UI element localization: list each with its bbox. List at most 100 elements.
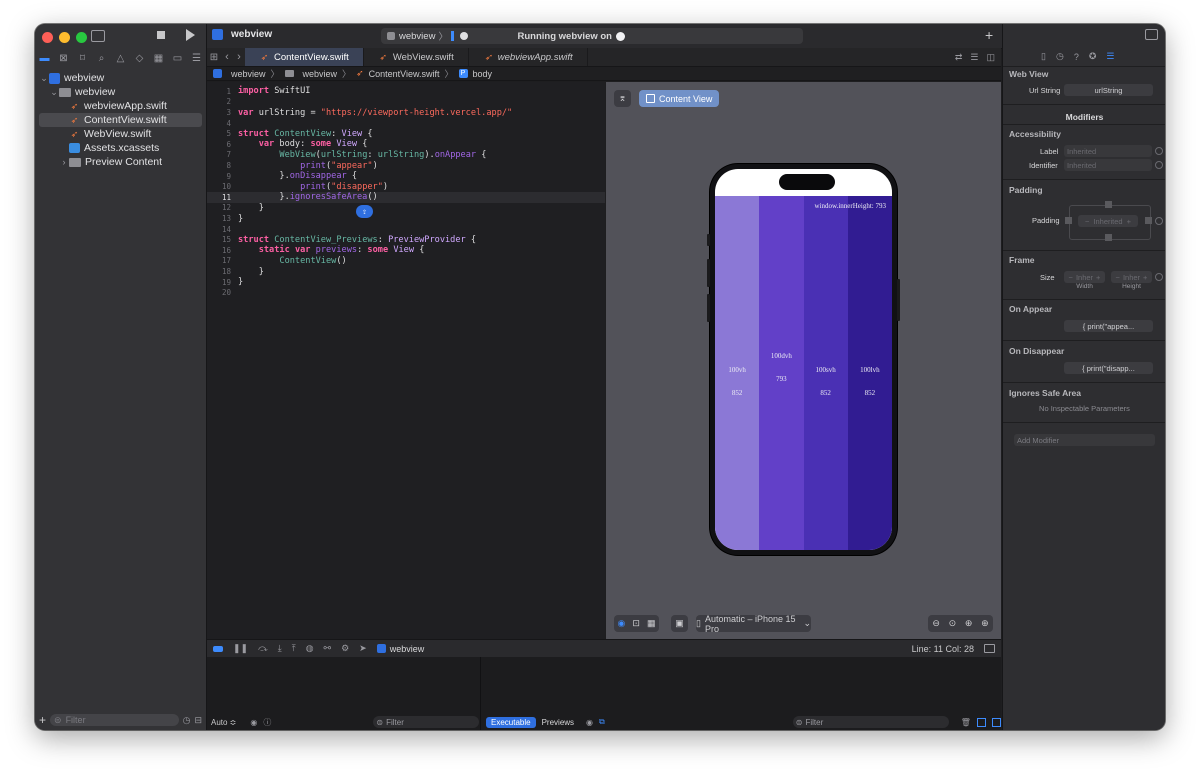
tab-previews[interactable]: Previews	[542, 718, 574, 727]
code-line[interactable]: 5 struct ContentView: View {	[207, 128, 605, 139]
trash-icon[interactable]: 🗑	[961, 718, 971, 727]
tab-contentview[interactable]: ➶ ContentView.swift	[245, 48, 364, 66]
increment-icon[interactable]: +	[1143, 273, 1147, 282]
close-window-button[interactable]	[42, 32, 53, 43]
code-line[interactable]: 15 struct ContentView_Previews: PreviewPr…	[207, 234, 605, 245]
report-icon[interactable]: ☰	[190, 53, 204, 64]
bookmark-icon[interactable]: ⌑	[76, 53, 90, 64]
project-navigator-icon[interactable]: ▬	[38, 53, 52, 64]
environment-icon[interactable]: ⚙	[341, 643, 349, 654]
debug-icon[interactable]: ▦	[152, 53, 166, 64]
variants-icon[interactable]: ▦	[647, 618, 656, 629]
sidebar-item-contentview-swift[interactable]: ➶ ContentView.swift	[39, 113, 202, 127]
inspector-toggle-icon[interactable]	[1145, 29, 1158, 40]
step-over-icon[interactable]: ⤼	[258, 643, 268, 654]
source-control-icon[interactable]: ⊠	[57, 53, 71, 64]
sidebar-item-webviewapp-swift[interactable]: ➶ webviewApp.swift	[39, 99, 202, 113]
zoom-in-icon[interactable]: ⊕	[981, 618, 989, 629]
decrement-icon[interactable]: −	[1116, 273, 1120, 282]
frame-width-stepper[interactable]: − Inher +	[1064, 271, 1105, 283]
code-line[interactable]: 10 print("disapper")	[207, 181, 605, 192]
accessibility-label-field[interactable]: Inherited	[1064, 145, 1152, 157]
accessibility-inspector-icon[interactable]: ✪	[1089, 51, 1097, 62]
padding-top-toggle[interactable]	[1105, 201, 1112, 208]
add-tab-icon[interactable]: +	[985, 27, 993, 43]
content-view-button[interactable]: Content View	[639, 90, 720, 107]
run-icon[interactable]	[186, 29, 195, 41]
scm-filter-icon[interactable]: ⊟	[194, 715, 202, 726]
console-filter-input[interactable]: ⊜ Filter	[792, 716, 949, 728]
code-line[interactable]: 9 }.onDisappear {	[207, 171, 605, 182]
code-line[interactable]: 12 }	[207, 203, 605, 214]
split-editor-icon[interactable]: ◫	[986, 52, 995, 63]
source-editor[interactable]: ⇪ 1 import SwiftUI 2 3 var urlString = "http…	[207, 82, 605, 639]
code-line[interactable]: 20	[207, 287, 605, 298]
padding-toggle[interactable]	[1155, 217, 1163, 225]
step-out-icon[interactable]: ⤒	[292, 643, 296, 654]
padding-bottom-toggle[interactable]	[1105, 234, 1112, 241]
code-line[interactable]: 11 }.ignoresSafeArea()	[207, 192, 605, 203]
frame-toggle[interactable]	[1155, 273, 1163, 281]
minimize-window-button[interactable]	[59, 32, 70, 43]
code-line[interactable]: 2	[207, 97, 605, 108]
selectable-mode-icon[interactable]: ⊡	[632, 618, 640, 629]
toggle-panel-icon[interactable]	[984, 644, 995, 653]
console-output-icon[interactable]: ⧉	[599, 717, 605, 727]
breadcrumb-folder[interactable]: webview	[303, 69, 338, 79]
history-inspector-icon[interactable]: ◷	[1056, 51, 1064, 62]
zoom-actual-icon[interactable]: ⊕	[965, 618, 973, 629]
tab-webviewapp[interactable]: ➶ webviewApp.swift	[469, 48, 588, 66]
label-toggle[interactable]	[1155, 147, 1163, 155]
pause-icon[interactable]: ❚❚	[233, 643, 248, 654]
step-into-icon[interactable]: ⤓	[278, 643, 282, 654]
sidebar-item-preview-content[interactable]: › Preview Content	[39, 155, 202, 169]
tab-webview[interactable]: ➶ WebView.swift	[364, 48, 469, 66]
eye-icon[interactable]: ◉	[586, 718, 593, 727]
editor-options-icon[interactable]: ☰	[970, 52, 978, 63]
right-pane-icon[interactable]	[991, 717, 1001, 727]
tab-executable[interactable]: Executable	[486, 716, 536, 728]
grid-icon[interactable]: ⊞	[207, 52, 221, 63]
related-items-icon[interactable]: ⇄	[955, 52, 963, 63]
help-inspector-icon[interactable]: ?	[1074, 52, 1079, 62]
code-line[interactable]: 6 var body: some View {	[207, 139, 605, 150]
increment-icon[interactable]: +	[1127, 217, 1131, 226]
location-icon[interactable]: ➤	[359, 643, 367, 654]
navigator-filter-input[interactable]: ⊜ Filter	[50, 714, 179, 726]
padding-left-toggle[interactable]	[1065, 217, 1072, 224]
chevron-down-icon[interactable]: ⌄	[49, 87, 59, 98]
identifier-toggle[interactable]	[1155, 161, 1163, 169]
forward-icon[interactable]: ›	[233, 51, 245, 63]
increment-icon[interactable]: +	[1096, 273, 1100, 282]
breadcrumb-project[interactable]: webview	[231, 69, 266, 79]
zoom-fit-icon[interactable]: ⊙	[949, 618, 957, 629]
issue-icon[interactable]: △	[114, 53, 128, 64]
test-icon[interactable]: ◇	[133, 53, 147, 64]
scheme-name[interactable]: webview	[399, 31, 435, 42]
stop-icon[interactable]	[157, 31, 165, 39]
code-line[interactable]: 7 WebView(urlString: urlString).onAppear…	[207, 150, 605, 161]
device-icon[interactable]	[450, 31, 454, 41]
left-pane-icon[interactable]	[976, 717, 986, 727]
device-picker[interactable]: ▯ Automatic – iPhone 15 Pro ⌄	[696, 614, 811, 634]
chevron-down-icon[interactable]: ⌄	[39, 73, 49, 84]
frame-height-stepper[interactable]: − Inher +	[1111, 271, 1152, 283]
url-string-field[interactable]: urlString	[1064, 84, 1153, 96]
run-destination-icon[interactable]	[459, 32, 468, 40]
sidebar-item-webview[interactable]: ⌄ webview	[39, 85, 202, 99]
code-line[interactable]: 17 ContentView()	[207, 256, 605, 267]
on-disappear-field[interactable]: { print("disapp...	[1064, 362, 1153, 374]
pin-preview-button[interactable]: ⌆	[614, 90, 631, 107]
code-line[interactable]: 13}	[207, 213, 605, 224]
add-icon[interactable]: +	[39, 713, 46, 727]
code-line[interactable]: 18 }	[207, 266, 605, 277]
file-inspector-icon[interactable]: ▯	[1041, 51, 1046, 62]
decrement-icon[interactable]: −	[1085, 217, 1089, 226]
info-icon[interactable]: ⓘ	[263, 717, 271, 728]
back-icon[interactable]: ‹	[221, 51, 233, 63]
live-mode-icon[interactable]: ◉	[618, 618, 626, 629]
breadcrumb-file[interactable]: ContentView.swift	[369, 69, 440, 79]
eye-icon[interactable]: ◉	[250, 718, 257, 727]
on-appear-field[interactable]: { print("appea...	[1064, 320, 1153, 332]
decrement-icon[interactable]: −	[1069, 273, 1073, 282]
